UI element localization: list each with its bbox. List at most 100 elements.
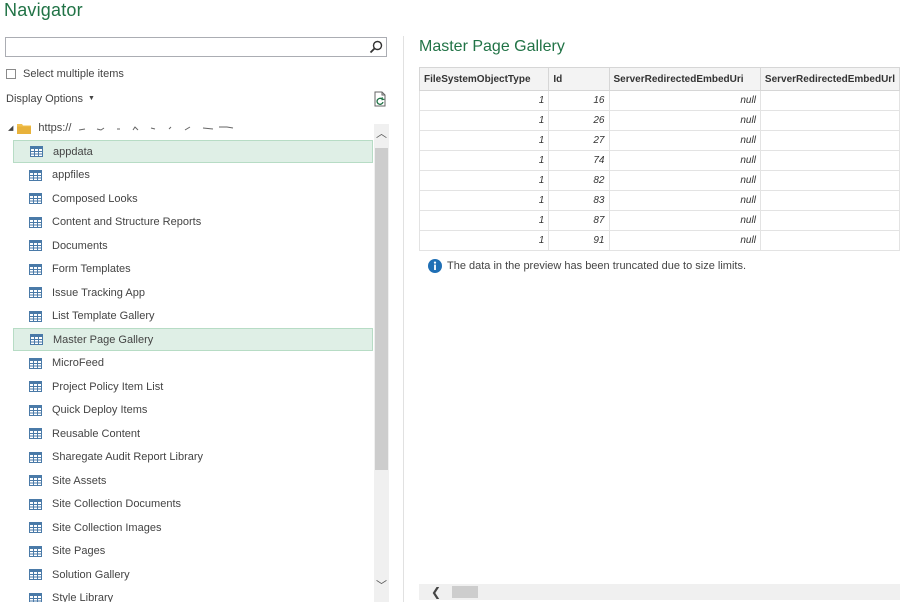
tree-item[interactable]: Site Assets bbox=[13, 469, 373, 492]
tree-item-label: MicroFeed bbox=[52, 357, 104, 369]
tree-item-label: Master Page Gallery bbox=[53, 333, 154, 346]
table-cell: 1 bbox=[418, 210, 550, 231]
tree-item-label: Project Policy Item List bbox=[52, 380, 164, 393]
tree-item[interactable]: Project Policy Item List bbox=[13, 375, 373, 398]
table-cell: 83 bbox=[548, 190, 610, 211]
tree-item[interactable]: Master Page Gallery bbox=[13, 328, 373, 351]
table-cell bbox=[759, 90, 900, 111]
tree-item-label: appdata bbox=[53, 145, 93, 158]
tree-item-label: Sharegate Audit Report Library bbox=[52, 451, 204, 463]
table-cell bbox=[759, 210, 900, 231]
tree-item-label: Site Collection Documents bbox=[52, 498, 182, 510]
tree-item[interactable]: appfiles bbox=[13, 164, 373, 187]
table-icon bbox=[29, 357, 42, 369]
tree-item[interactable]: List Template Gallery bbox=[13, 305, 373, 328]
display-options-dropdown[interactable]: Display Options ▼ bbox=[6, 93, 95, 105]
table-icon bbox=[29, 381, 42, 392]
tree-item[interactable]: appdata bbox=[13, 140, 373, 163]
table-cell: null bbox=[608, 170, 761, 191]
tree-item-label: List Template Gallery bbox=[52, 310, 155, 322]
table-cell: 1 bbox=[418, 130, 550, 151]
table-cell: null bbox=[608, 190, 761, 211]
tree-item[interactable]: MicroFeed bbox=[13, 352, 373, 375]
tree-item-label: Site Assets bbox=[52, 474, 107, 487]
tree-item-label: Quick Deploy Items bbox=[52, 404, 148, 416]
tree-item[interactable]: Issue Tracking App bbox=[13, 281, 373, 304]
tree-vertical-scrollbar[interactable]: ︿ ﹀ bbox=[374, 124, 389, 602]
table-cell: 1 bbox=[418, 190, 550, 211]
table-cell: 26 bbox=[548, 110, 610, 131]
tree-item-label: Site Pages bbox=[52, 545, 106, 557]
table-icon bbox=[29, 592, 42, 602]
table-icon bbox=[30, 334, 43, 345]
table-cell bbox=[759, 150, 900, 171]
table-icon bbox=[29, 522, 42, 533]
select-multiple-items[interactable]: Select multiple items bbox=[6, 68, 124, 80]
horizontal-scroll-thumb[interactable] bbox=[452, 586, 478, 598]
scroll-left-icon[interactable]: ❮ bbox=[431, 584, 441, 600]
table-cell bbox=[759, 230, 900, 251]
column-header[interactable]: ServerRedirectedEmbedUri bbox=[608, 67, 761, 91]
table-cell: 1 bbox=[418, 170, 550, 191]
table-cell: 74 bbox=[548, 150, 610, 171]
tree-item[interactable]: Documents bbox=[13, 234, 373, 257]
table-cell: null bbox=[608, 130, 761, 151]
tree-item[interactable]: Reusable Content bbox=[13, 422, 373, 445]
refresh-icon[interactable] bbox=[373, 91, 387, 107]
tree-item[interactable]: Sharegate Audit Report Library bbox=[13, 446, 373, 469]
table-cell: null bbox=[608, 150, 761, 171]
table-icon bbox=[29, 475, 42, 486]
search-input[interactable] bbox=[5, 37, 387, 57]
table-icon bbox=[29, 310, 42, 322]
tree-item-label: Reusable Content bbox=[52, 427, 141, 440]
column-header[interactable]: Id bbox=[548, 67, 610, 91]
select-multiple-checkbox[interactable] bbox=[6, 69, 16, 79]
select-multiple-label: Select multiple items bbox=[23, 68, 124, 80]
tree-item[interactable]: Composed Looks bbox=[13, 187, 373, 210]
table-icon bbox=[29, 169, 42, 181]
tree-item[interactable]: Content and Structure Reports bbox=[13, 211, 373, 234]
table-row: 1 91 null bbox=[418, 230, 900, 251]
tree-root-node[interactable]: ◢ https:// bbox=[8, 120, 253, 136]
redacted-url-text bbox=[79, 126, 234, 131]
tree-item[interactable]: Style Library bbox=[13, 587, 373, 602]
table-cell: 91 bbox=[548, 230, 610, 251]
table-row: 1 27 null bbox=[418, 130, 900, 151]
tree-item[interactable]: Form Templates bbox=[13, 258, 373, 281]
tree-item[interactable]: Solution Gallery bbox=[13, 563, 373, 586]
table-cell bbox=[759, 170, 900, 191]
preview-title: Master Page Gallery bbox=[419, 38, 565, 55]
display-options-label: Display Options bbox=[6, 93, 84, 105]
preview-horizontal-scrollbar[interactable]: ❮ bbox=[419, 584, 900, 600]
tree-item-label: Form Templates bbox=[52, 263, 131, 275]
table-cell: 1 bbox=[418, 90, 550, 111]
scroll-up-icon[interactable]: ︿ bbox=[374, 126, 389, 142]
pane-divider bbox=[403, 36, 404, 602]
tree-item-label: Issue Tracking App bbox=[52, 286, 145, 299]
table-row: 1 83 null bbox=[418, 190, 900, 211]
tree-item[interactable]: Site Collection Images bbox=[13, 516, 373, 539]
tree-item-label: Content and Structure Reports bbox=[52, 216, 202, 228]
tree-item-label: appfiles bbox=[52, 169, 90, 181]
tree-item[interactable]: Site Collection Documents bbox=[13, 493, 373, 516]
table-row: 1 26 null bbox=[418, 110, 900, 131]
expand-triangle-icon[interactable]: ◢ bbox=[8, 124, 13, 132]
table-cell: 1 bbox=[418, 110, 550, 131]
navigator-tree: ◢ https:// appdata appfiles Composed Looks… bbox=[0, 116, 374, 602]
tree-item[interactable]: Site Pages bbox=[13, 540, 373, 563]
table-row: 1 87 null bbox=[418, 210, 900, 231]
tree-item[interactable]: Quick Deploy Items bbox=[13, 399, 373, 422]
table-icon bbox=[29, 287, 42, 298]
table-cell bbox=[759, 190, 900, 211]
table-row: 1 74 null bbox=[418, 150, 900, 171]
column-header[interactable]: ServerRedirectedEmbedUrl bbox=[759, 67, 900, 91]
search-icon[interactable] bbox=[368, 39, 384, 55]
table-icon bbox=[29, 498, 42, 510]
scroll-thumb[interactable] bbox=[375, 148, 388, 470]
scroll-down-icon[interactable]: ﹀ bbox=[374, 578, 389, 594]
column-header[interactable]: FileSystemObjectType bbox=[418, 67, 550, 91]
table-cell: null bbox=[608, 90, 761, 111]
tree-item-label: Site Collection Images bbox=[52, 521, 162, 534]
table-cell: 16 bbox=[548, 90, 610, 111]
table-icon bbox=[29, 404, 42, 416]
